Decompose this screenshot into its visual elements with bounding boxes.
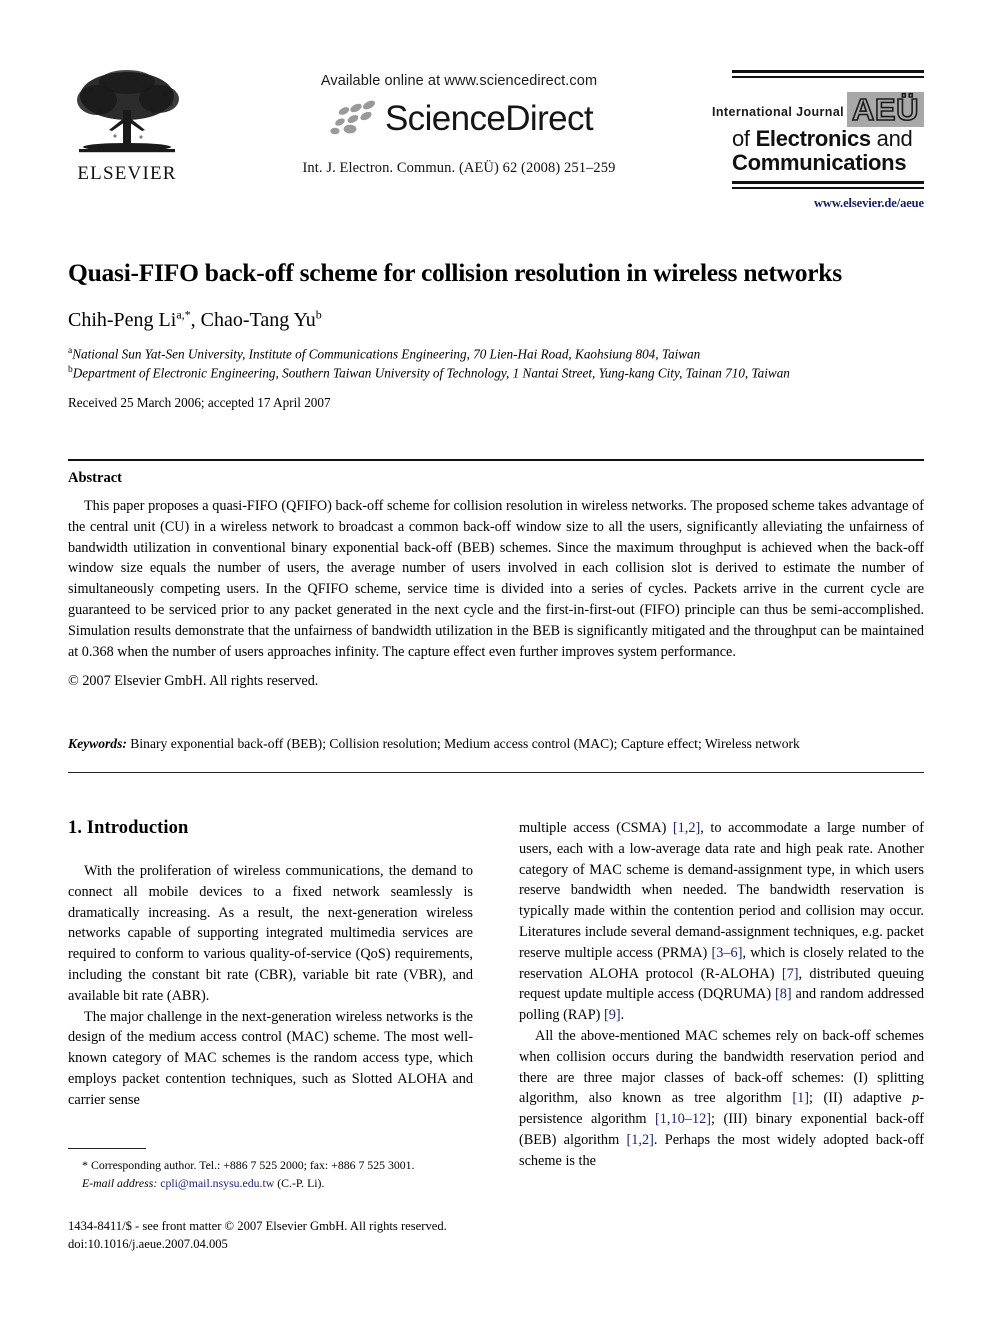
aeu-title-line-2: of Electronics and bbox=[732, 127, 924, 151]
author-list: Chih-Peng Lia,*, Chao-Tang Yub bbox=[68, 307, 928, 332]
citation-link[interactable]: [9] bbox=[604, 1007, 621, 1023]
paragraph-text: multiple access (CSMA) bbox=[519, 820, 673, 836]
citation-link[interactable]: [1] bbox=[792, 1090, 809, 1106]
email-owner: (C.-P. Li). bbox=[274, 1175, 325, 1190]
keywords-bottom-rule bbox=[68, 772, 924, 773]
keywords-label: Keywords: bbox=[68, 736, 127, 751]
email-link[interactable]: cpli@mail.nsysu.edu.tw bbox=[157, 1176, 274, 1190]
aeu-journal-logo: International Journal AEÜ of Electronics… bbox=[712, 62, 924, 211]
keywords-line: Keywords: Binary exponential back-off (B… bbox=[68, 736, 924, 752]
front-matter-line: 1434-8411/$ - see front matter © 2007 El… bbox=[68, 1219, 447, 1233]
email-note: E-mail address: cpli@mail.nsysu.edu.tw (… bbox=[68, 1175, 478, 1193]
column-right: multiple access (CSMA) [1,2], to accommo… bbox=[519, 818, 924, 1172]
masthead: ELSEVIER Available online at www.science… bbox=[68, 62, 924, 210]
corresponding-author-text: Corresponding author. Tel.: +886 7 525 2… bbox=[88, 1158, 415, 1172]
sciencedirect-droplets-icon bbox=[330, 100, 375, 135]
aeu-and-label: and bbox=[870, 126, 913, 151]
footnote-separator-rule bbox=[68, 1148, 146, 1149]
abstract-copyright: © 2007 Elsevier GmbH. All rights reserve… bbox=[68, 673, 319, 689]
aeu-title-line-1: International Journal AEÜ bbox=[712, 87, 924, 127]
elsevier-logo: ELSEVIER bbox=[68, 62, 186, 185]
affiliation-item: aNational Sun Yat-Sen University, Instit… bbox=[68, 345, 928, 364]
citation-link[interactable]: [1,10–12] bbox=[655, 1111, 711, 1127]
paragraph-text: . bbox=[620, 1007, 625, 1024]
footnote-block: * Corresponding author. Tel.: +886 7 525… bbox=[68, 1156, 478, 1192]
sciencedirect-wordmark: ScienceDirect bbox=[384, 98, 594, 138]
paragraph-text: , to accommodate a large number of users… bbox=[519, 820, 924, 961]
aeu-rule-bottom bbox=[732, 180, 924, 189]
available-online-text: Available online at www.sciencedirect.co… bbox=[320, 73, 598, 89]
citation-link[interactable]: [7] bbox=[782, 966, 799, 982]
aeu-title-line-3: Communications bbox=[732, 149, 924, 175]
aeu-communications-label: Communications bbox=[732, 149, 907, 175]
author-names: Chih-Peng Lia,*, Chao-Tang Yub bbox=[68, 307, 322, 331]
doi-line: doi:10.1016/j.aeue.2007.04.005 bbox=[68, 1236, 228, 1251]
aeu-badge-text: AEÜ bbox=[851, 92, 919, 127]
abstract-heading: Abstract bbox=[68, 470, 122, 486]
citation-link[interactable]: [3–6] bbox=[712, 945, 743, 961]
sciencedirect-block: Available online at www.sciencedirect.co… bbox=[186, 62, 732, 177]
aeu-of-label: of bbox=[732, 126, 756, 151]
paragraph: All the above-mentioned MAC schemes rely… bbox=[519, 1026, 924, 1172]
aeu-international-journal-label: International Journal bbox=[712, 105, 845, 119]
journal-citation: Int. J. Electron. Commun. (AEÜ) 62 (2008… bbox=[302, 160, 616, 176]
affiliation-text-b: Department of Electronic Engineering, So… bbox=[72, 365, 790, 381]
abstract-body-text: This paper proposes a quasi-FIFO (QFIFO)… bbox=[68, 498, 924, 660]
journal-url-link[interactable]: www.elsevier.de/aeue bbox=[732, 196, 924, 211]
aeu-badge: AEÜ bbox=[847, 92, 924, 127]
paragraph: With the proliferation of wireless commu… bbox=[68, 863, 473, 1004]
citation-link[interactable]: [8] bbox=[775, 986, 792, 1002]
citation-link[interactable]: [1,2] bbox=[673, 820, 700, 836]
email-label: E-mail address: bbox=[82, 1175, 158, 1190]
section-heading-introduction: 1. Introduction bbox=[68, 818, 189, 838]
affiliation-text-a: National Sun Yat-Sen University, Institu… bbox=[72, 346, 701, 362]
keywords-values: Binary exponential back-off (BEB); Colli… bbox=[126, 736, 800, 751]
elsevier-wordmark: ELSEVIER bbox=[77, 163, 177, 184]
affiliation-list: aNational Sun Yat-Sen University, Instit… bbox=[68, 345, 928, 383]
paper-title: Quasi-FIFO back-off scheme for collision… bbox=[68, 258, 842, 287]
body-columns: 1. Introduction With the proliferation o… bbox=[68, 818, 924, 1169]
received-accepted-line: Received 25 March 2006; accepted 17 Apri… bbox=[68, 395, 331, 410]
affiliation-item: bDepartment of Electronic Engineering, S… bbox=[68, 364, 928, 383]
sciencedirect-logo: ScienceDirect bbox=[186, 98, 732, 138]
column-left: 1. Introduction With the proliferation o… bbox=[68, 818, 473, 1111]
corresponding-author-note: * Corresponding author. Tel.: +886 7 525… bbox=[68, 1156, 478, 1175]
paragraph-text: ; (II) adaptive bbox=[809, 1090, 913, 1107]
paragraph: The major challenge in the next-generati… bbox=[68, 1008, 473, 1108]
paper-page: ELSEVIER Available online at www.science… bbox=[0, 0, 992, 1323]
paragraph: multiple access (CSMA) [1,2], to accommo… bbox=[519, 818, 924, 1026]
citation-link[interactable]: [1,2] bbox=[626, 1132, 653, 1148]
imprint-block: 1434-8411/$ - see front matter © 2007 El… bbox=[68, 1218, 538, 1254]
aeu-rule-top bbox=[732, 70, 924, 78]
elsevier-tree-icon bbox=[77, 70, 179, 153]
aeu-electronics-label: Electronics bbox=[755, 126, 872, 151]
abstract-top-rule bbox=[68, 459, 924, 461]
